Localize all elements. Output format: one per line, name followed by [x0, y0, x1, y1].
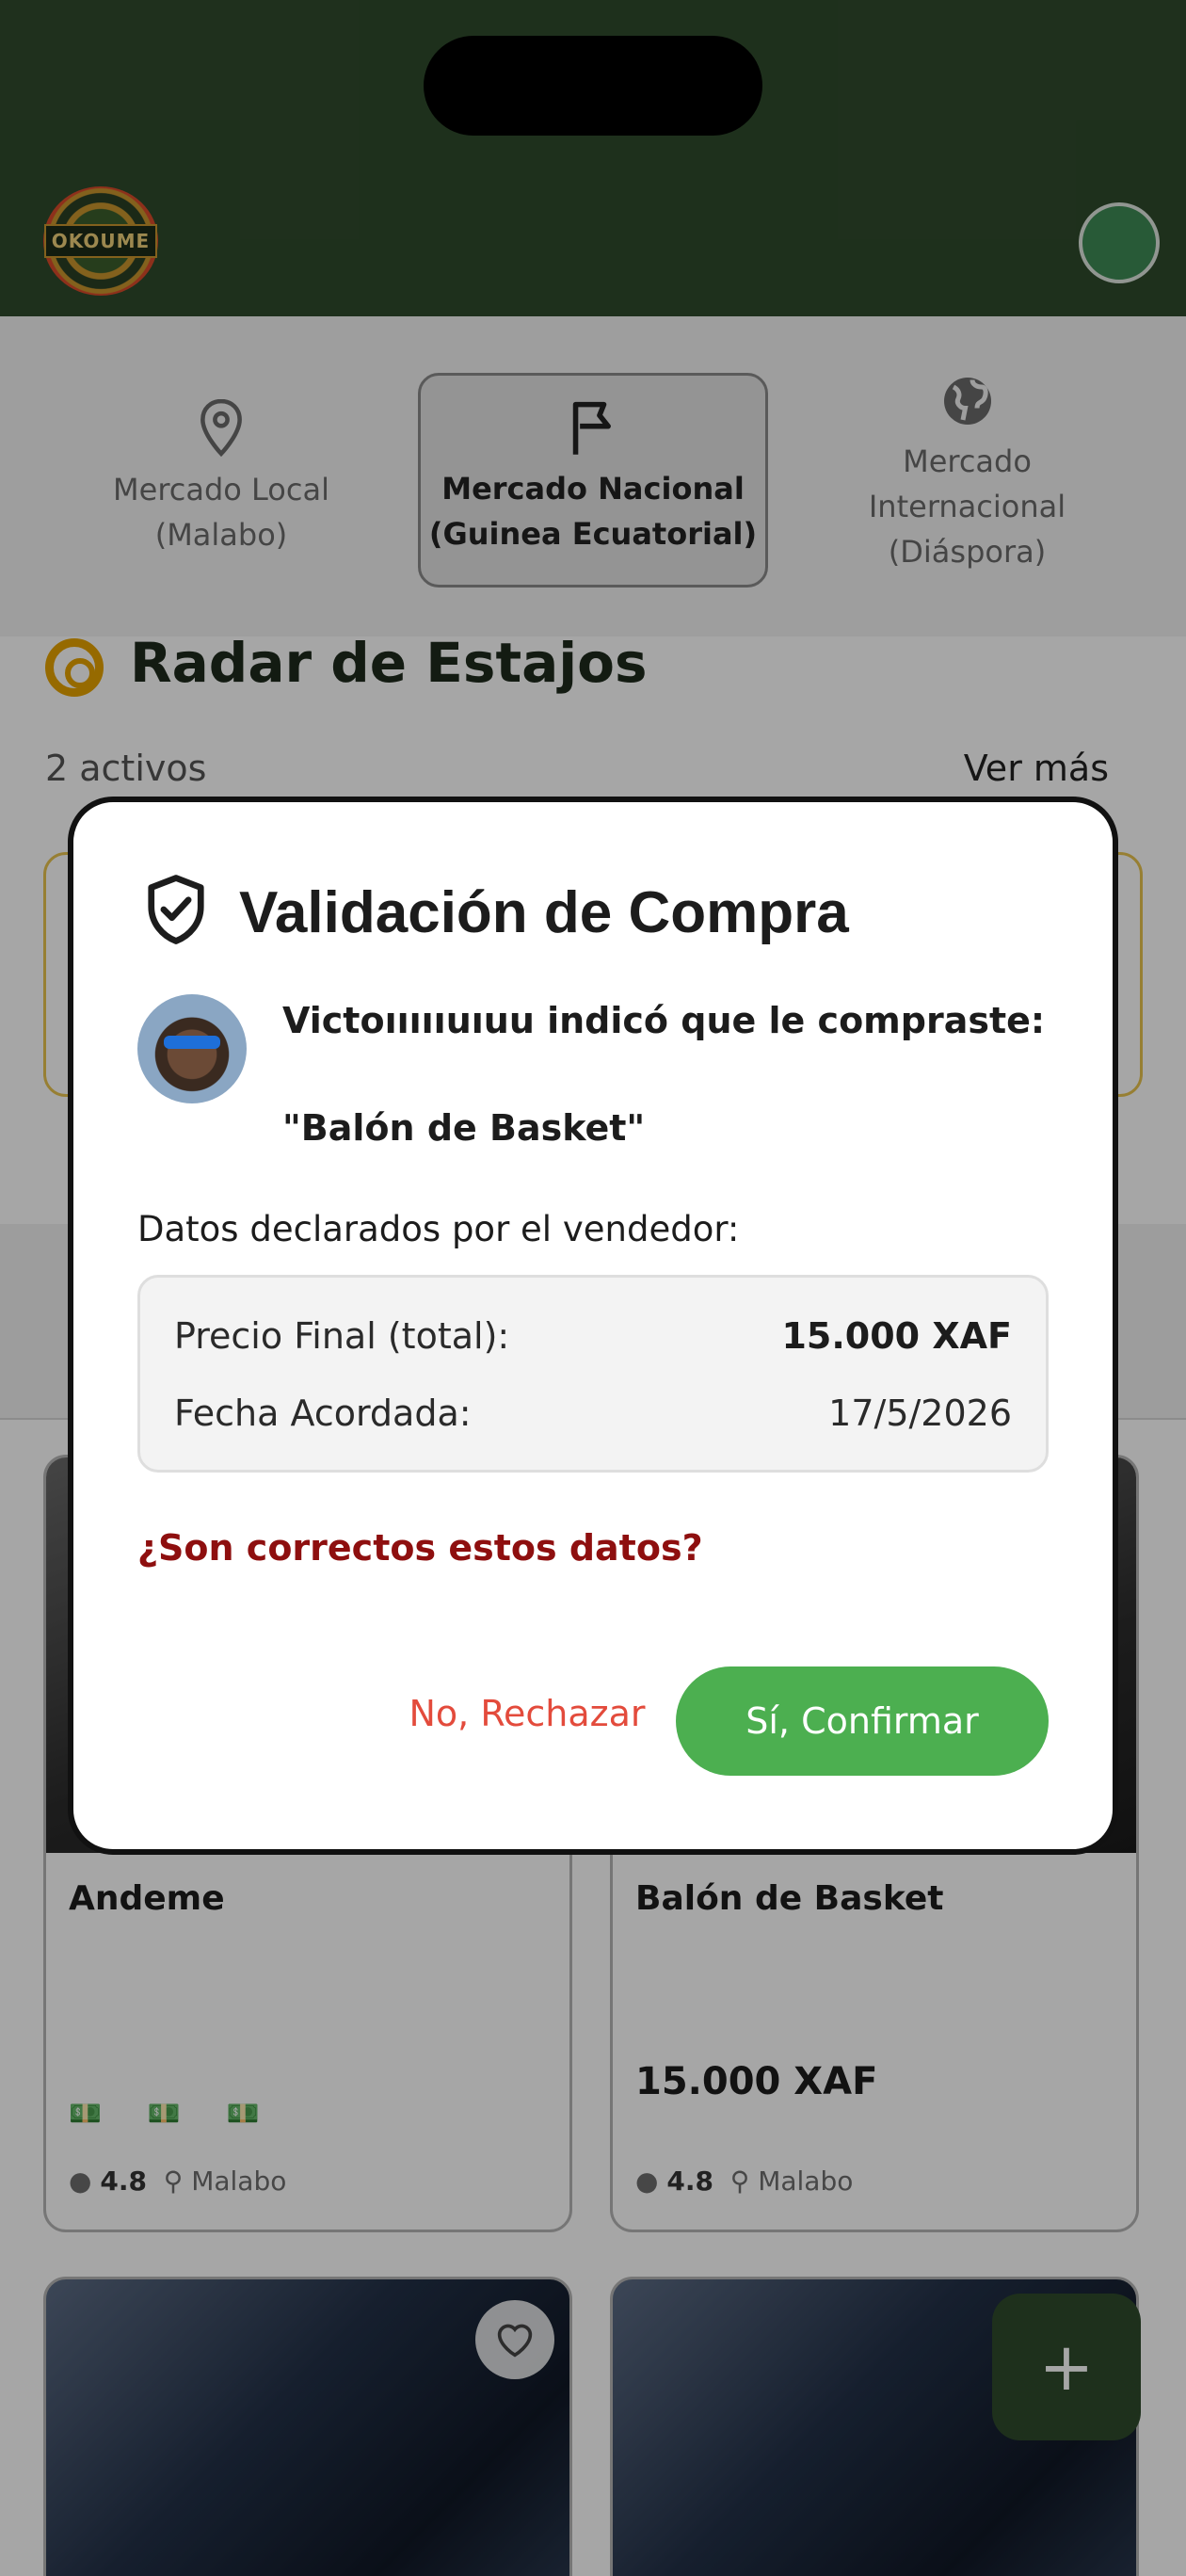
dialog-message: Victoıııııuıuu indicó que le compraste:: [282, 1000, 1046, 1041]
confirm-button[interactable]: Sí, Confirmar: [676, 1666, 1049, 1776]
price-label: Precio Final (total):: [174, 1315, 510, 1357]
price-value: 15.000 XAF: [781, 1315, 1012, 1357]
dialog-product-name: "Balón de Basket": [282, 1107, 646, 1149]
shield-check-icon: [148, 875, 204, 944]
date-value: 17/5/2026: [828, 1393, 1012, 1434]
purchase-validation-dialog: Validación de Compra Victoıııııuıuu indi…: [68, 797, 1118, 1855]
confirmation-question: ¿Son correctos estos datos?: [137, 1527, 703, 1569]
date-label: Fecha Acordada:: [174, 1393, 472, 1434]
declared-data-heading: Datos declarados por el vendedor:: [137, 1209, 740, 1249]
dialog-title: Validación de Compra: [239, 880, 849, 945]
declared-data-box: Precio Final (total): 15.000 XAF Fecha A…: [137, 1275, 1049, 1473]
seller-avatar: [137, 994, 247, 1103]
reject-button[interactable]: No, Rechazar: [397, 1668, 657, 1759]
